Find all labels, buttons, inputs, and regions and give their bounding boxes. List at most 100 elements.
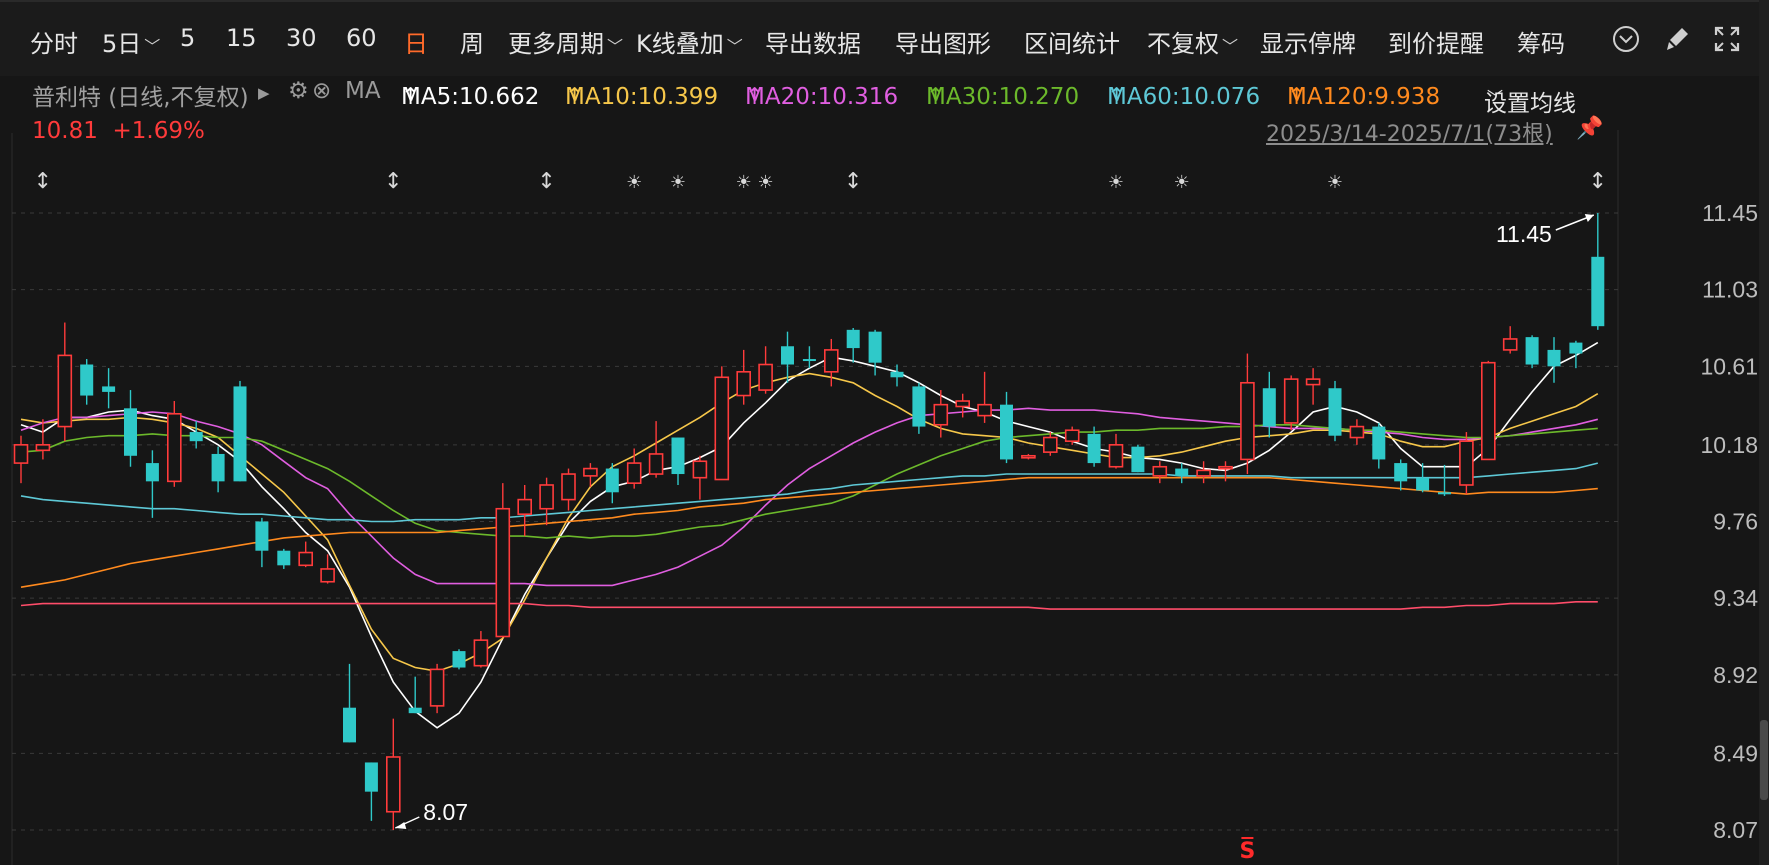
- candle-body-up: [539, 484, 554, 510]
- candle-body-down: [408, 707, 422, 714]
- candle-body-down: [912, 386, 926, 427]
- candle-body-down: [1328, 388, 1342, 436]
- y-tick-label: 10.18: [1700, 432, 1758, 458]
- split-marker-icon: ↕: [537, 169, 555, 194]
- candle-body-up: [1196, 469, 1211, 477]
- candle-body-up: [1459, 440, 1474, 486]
- candle-body-down: [605, 468, 619, 493]
- max-label: 11.45: [1496, 221, 1552, 247]
- candle-body-down: [1416, 477, 1430, 491]
- min-label: 8.07: [423, 799, 468, 825]
- candle-body-up: [1305, 378, 1321, 386]
- split-marker-icon: ↕: [34, 169, 52, 194]
- y-tick-label: 8.07: [1713, 817, 1758, 843]
- candle-body-up: [35, 444, 51, 452]
- ma-line-ma60: [20, 462, 1598, 523]
- candle-body-down: [781, 346, 794, 365]
- candle-body-up: [1349, 425, 1365, 439]
- split-marker-icon: ↕: [844, 169, 862, 194]
- candle-body-down: [1394, 463, 1408, 482]
- candle-body-up: [955, 400, 971, 408]
- candle-body-down: [277, 550, 291, 566]
- candle-body-down: [846, 329, 860, 349]
- candle-body-up: [714, 376, 730, 481]
- candle-body-up: [1108, 444, 1124, 468]
- candle-body-up: [933, 403, 949, 426]
- candle-body-up: [1218, 465, 1233, 470]
- candle-body-up: [1152, 465, 1168, 477]
- candle-body-up: [1064, 429, 1080, 442]
- candle-body-down: [1569, 342, 1583, 354]
- candle-body-up: [13, 444, 29, 464]
- split-marker-icon: ↕: [1589, 169, 1607, 194]
- sun-marker-icon: ☀: [1327, 172, 1343, 193]
- candle-body-down: [1547, 349, 1561, 367]
- candle-body-up: [473, 639, 489, 667]
- sun-marker-icon: ☀: [626, 172, 642, 193]
- vertical-scrollbar[interactable]: [1759, 0, 1769, 865]
- y-tick-label: 11.45: [1702, 200, 1758, 226]
- y-tick-label: 8.92: [1713, 662, 1758, 688]
- candle-body-up: [1021, 454, 1036, 459]
- candle-body-up: [736, 371, 752, 397]
- sun-marker-icon: ☀: [670, 172, 686, 193]
- candle-body-down: [145, 463, 159, 482]
- candle-body-up: [167, 412, 182, 483]
- candle-body-up: [583, 467, 598, 477]
- candle-body-down: [1131, 446, 1145, 473]
- candle-body-up: [1043, 436, 1058, 453]
- candle-body-up: [320, 568, 335, 583]
- candle-body-down: [1087, 433, 1101, 464]
- y-tick-label: 9.34: [1713, 585, 1758, 611]
- candle-body-down: [452, 651, 466, 668]
- candle-body-up: [758, 363, 773, 391]
- candle-body-down: [343, 707, 356, 743]
- candle-body-down: [211, 453, 225, 482]
- candle-body-down: [233, 386, 247, 482]
- candle-body-down: [1000, 404, 1013, 460]
- candle-body-down: [80, 364, 94, 396]
- candle-body-up: [977, 403, 992, 417]
- candle-body-down: [802, 359, 816, 362]
- sun-marker-icon: ☀: [736, 172, 752, 193]
- candle-body-up: [385, 756, 401, 813]
- candlestick-chart: 11.45 11.03 10.61 10.18 9.76 9.34 8.92 8.49 8.07…: [11, 130, 1758, 865]
- candle-body-down: [1175, 468, 1189, 476]
- candle-body-up: [1240, 381, 1255, 461]
- y-tick-label: 11.03: [1702, 277, 1758, 303]
- y-tick-label: 9.76: [1713, 509, 1758, 535]
- y-tick-label: 8.49: [1713, 740, 1758, 766]
- candle-body-up: [495, 507, 511, 638]
- candle-body-up: [517, 498, 533, 515]
- candle-body-down: [890, 371, 904, 378]
- y-tick-label: 10.61: [1700, 353, 1758, 379]
- candle-body-up: [823, 349, 839, 373]
- candle-body-up: [1283, 378, 1299, 424]
- candle-body-down: [1525, 337, 1539, 365]
- ma-line-base: [20, 601, 1598, 610]
- s-marker-icon: S: [1239, 839, 1255, 864]
- candle-body-down: [364, 762, 378, 792]
- split-marker-icon: ↕: [384, 169, 402, 194]
- candle-body-down: [1372, 426, 1386, 460]
- candle-body-down: [1438, 492, 1451, 495]
- candle-body-down: [868, 331, 882, 363]
- candle-body-up: [1481, 361, 1496, 461]
- candle-body-down: [124, 408, 137, 456]
- candle-body-up: [561, 473, 576, 501]
- candle-body-up: [298, 551, 314, 567]
- candle-body-up: [57, 354, 73, 428]
- candle-body-down: [255, 521, 269, 551]
- candle-body-down: [1262, 388, 1276, 427]
- candle-body-up: [429, 668, 445, 707]
- sun-marker-icon: ☀: [758, 172, 774, 193]
- candle-body-up: [626, 462, 642, 484]
- candle-body-up: [1502, 338, 1518, 351]
- candle-body-up: [648, 453, 664, 475]
- sun-marker-icon: ☀: [1174, 172, 1190, 193]
- candle-body-up: [692, 460, 708, 479]
- sun-marker-icon: ☀: [1108, 172, 1124, 193]
- candle-body-down: [1591, 256, 1605, 327]
- candle-body-down: [189, 432, 203, 442]
- candle-body-down: [671, 437, 685, 475]
